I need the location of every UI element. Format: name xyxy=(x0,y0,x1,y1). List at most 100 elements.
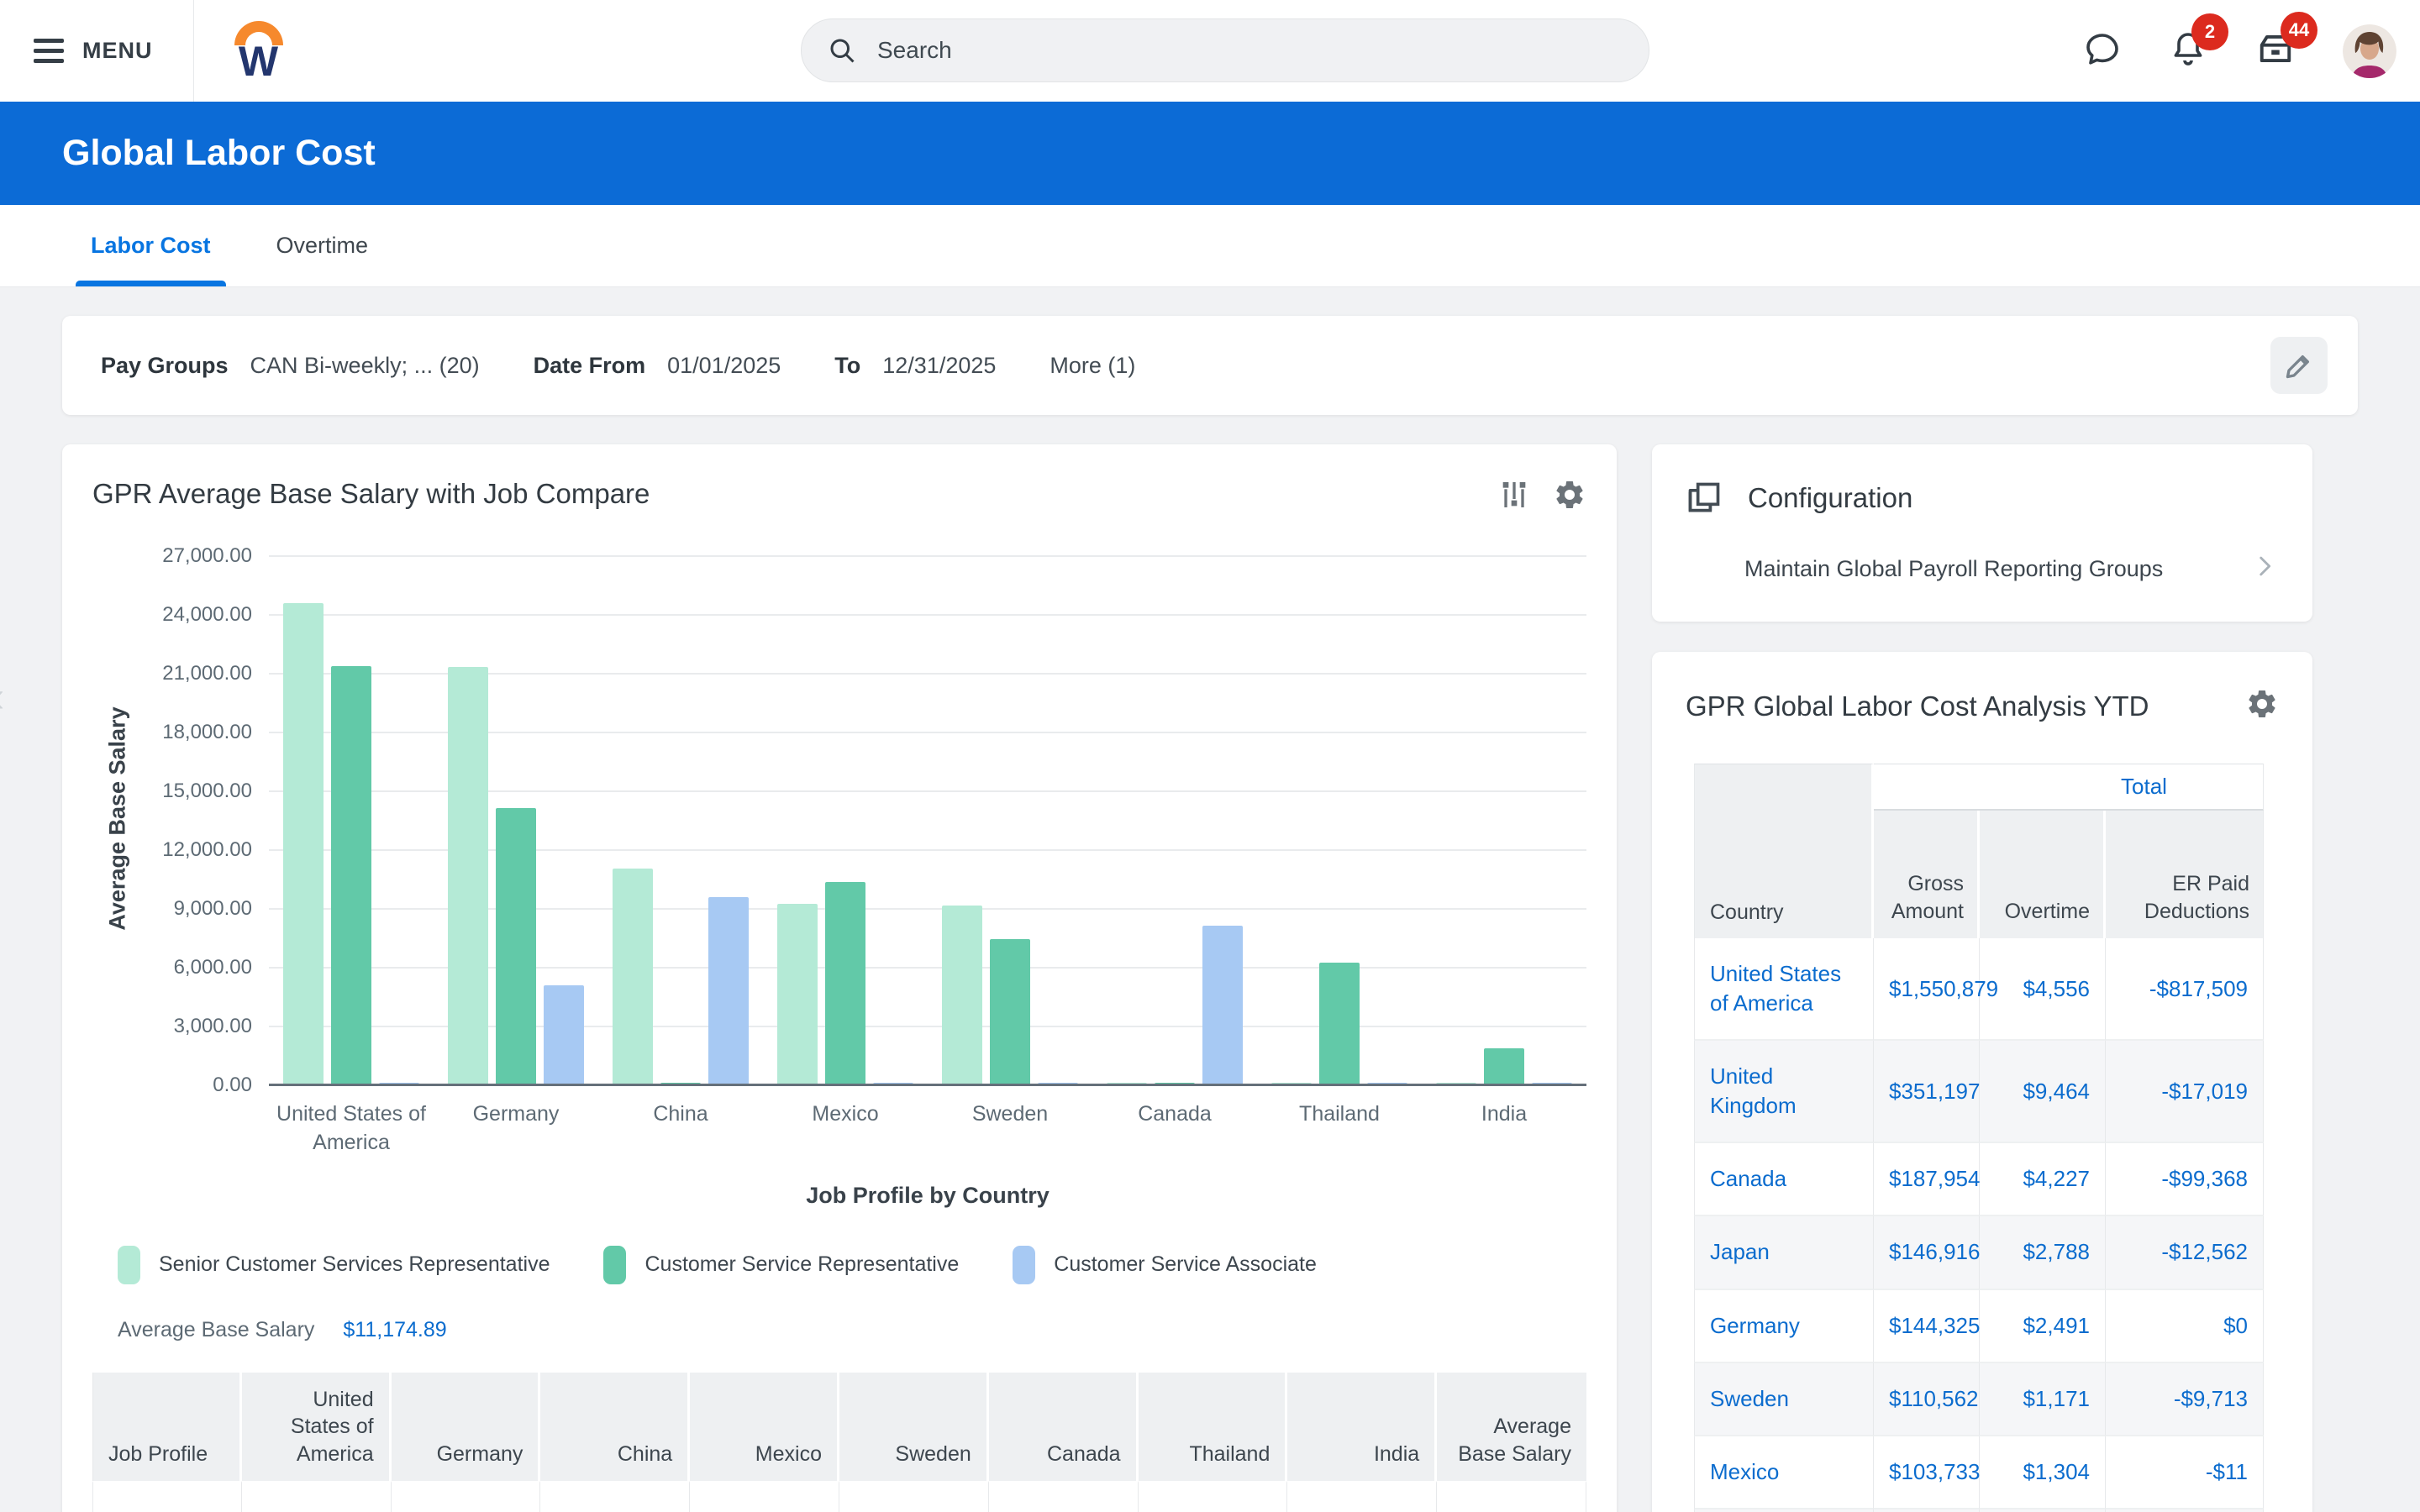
column-header[interactable]: Thailand xyxy=(1139,1373,1288,1482)
overtime-link[interactable]: $2,788 xyxy=(1980,1216,2106,1289)
overtime-link[interactable]: $4,227 xyxy=(1980,1143,2106,1216)
app-window: MENU W 2 44 xyxy=(0,0,2420,1512)
tab-labor-cost[interactable]: Labor Cost xyxy=(76,205,226,286)
er-paid-deductions-link[interactable]: -$17,019 xyxy=(2106,1041,2264,1143)
country-link[interactable]: United States of America xyxy=(1694,938,1874,1041)
y-tick-label: 27,000.00 xyxy=(162,544,252,568)
panel-collapse-arrow[interactable]: ‹ xyxy=(0,672,4,722)
overtime-link[interactable]: $1,171 xyxy=(1980,1363,2106,1436)
chat-button[interactable] xyxy=(2082,29,2123,73)
y-tick-label: 12,000.00 xyxy=(162,838,252,862)
bar[interactable] xyxy=(1319,963,1360,1085)
filter-more[interactable]: More (1) xyxy=(1050,353,1135,379)
avatar[interactable] xyxy=(2343,24,2396,78)
analysis-gear-button[interactable] xyxy=(2245,687,2279,725)
er-paid-deductions-link[interactable]: -$99,368 xyxy=(2106,1143,2264,1216)
gross-amount-link[interactable]: $144,325 xyxy=(1874,1290,1980,1363)
er-paid-deductions-link[interactable]: $0 xyxy=(2106,1290,2264,1363)
column-header[interactable]: Job Profile xyxy=(92,1373,242,1482)
column-header-er-paid-deductions[interactable]: ER Paid Deductions xyxy=(2106,811,2264,938)
analysis-row: Mexico$103,733$1,304-$11 xyxy=(1694,1436,2264,1509)
notifications-button[interactable]: 2 xyxy=(2168,29,2208,73)
overtime-link[interactable]: $2,491 xyxy=(1980,1290,2106,1363)
bar[interactable] xyxy=(331,666,371,1085)
value-link[interactable]: $21,344.32 xyxy=(392,1481,541,1512)
country-link[interactable]: Sweden xyxy=(1694,1363,1874,1436)
bar[interactable] xyxy=(496,808,536,1085)
er-paid-deductions-link[interactable]: -$12,562 xyxy=(2106,1216,2264,1289)
column-header[interactable]: China xyxy=(540,1373,690,1482)
workday-logo[interactable]: W xyxy=(234,21,283,81)
legend-label: Senior Customer Services Representative xyxy=(159,1252,550,1277)
topbar-actions: 2 44 xyxy=(2082,24,2396,78)
column-header-country[interactable]: Country xyxy=(1694,764,1874,938)
chart-settings-button[interactable] xyxy=(1497,478,1531,516)
gross-amount-link[interactable]: $110,562 xyxy=(1874,1363,1980,1436)
gross-amount-link[interactable]: $1,550,879 xyxy=(1874,938,1980,1041)
bar[interactable] xyxy=(942,906,982,1085)
menu-button[interactable]: MENU xyxy=(34,38,153,64)
country-link[interactable]: Canada xyxy=(1694,1143,1874,1216)
column-group-total[interactable]: Total xyxy=(1874,764,2264,811)
er-paid-deductions-link[interactable]: -$11 xyxy=(2106,1436,2264,1509)
chart-gear-button[interactable] xyxy=(1553,478,1586,516)
job-profile-link[interactable]: Senior CustomServices xyxy=(92,1481,242,1512)
bar[interactable] xyxy=(1202,926,1243,1085)
gross-amount-link[interactable]: $351,197 xyxy=(1874,1041,1980,1143)
country-link[interactable]: Japan xyxy=(1694,1216,1874,1289)
bar[interactable] xyxy=(777,904,818,1085)
tab-overtime[interactable]: Overtime xyxy=(261,205,384,286)
value-link[interactable]: $9,269.84 xyxy=(690,1481,839,1512)
column-header[interactable]: Germany xyxy=(392,1373,541,1482)
column-header-gross-amount[interactable]: Gross Amount xyxy=(1874,811,1980,938)
bar-group xyxy=(928,556,1092,1085)
bar[interactable] xyxy=(448,667,488,1085)
filter-date-to: To 12/31/2025 xyxy=(834,353,996,379)
column-header-overtime[interactable]: Overtime xyxy=(1980,811,2106,938)
gross-amount-link[interactable]: $187,954 xyxy=(1874,1143,1980,1216)
bar[interactable] xyxy=(283,603,324,1085)
column-header[interactable]: Mexico xyxy=(690,1373,839,1482)
edit-filters-button[interactable] xyxy=(2270,337,2328,394)
legend-item[interactable]: Senior Customer Services Representative xyxy=(118,1246,550,1284)
bar[interactable] xyxy=(990,939,1030,1085)
bar[interactable] xyxy=(708,897,749,1085)
country-link[interactable]: Germany xyxy=(1694,1290,1874,1363)
bar[interactable] xyxy=(825,882,865,1085)
bar[interactable] xyxy=(544,985,584,1085)
column-header[interactable]: Average Base Salary xyxy=(1437,1373,1586,1482)
tab-label: Overtime xyxy=(276,233,369,259)
chart-title: GPR Average Base Salary with Job Compare xyxy=(92,478,650,510)
er-paid-deductions-link[interactable]: -$9,713 xyxy=(2106,1363,2264,1436)
column-header[interactable]: India xyxy=(1287,1373,1437,1482)
bar-groups xyxy=(269,556,1586,1085)
overtime-link[interactable]: $9,464 xyxy=(1980,1041,2106,1143)
column-header[interactable]: Canada xyxy=(989,1373,1139,1482)
overtime-link[interactable]: $1,304 xyxy=(1980,1436,2106,1509)
country-link[interactable]: Mexico xyxy=(1694,1436,1874,1509)
x-axis-label: Sweden xyxy=(928,1100,1092,1158)
inbox-button[interactable]: 44 xyxy=(2254,27,2297,75)
column-header[interactable]: Sweden xyxy=(839,1373,989,1482)
gross-amount-link[interactable]: $146,916 xyxy=(1874,1216,1980,1289)
value-link[interactable]: $9,189.59 xyxy=(839,1481,989,1512)
overtime-link[interactable]: $4,556 xyxy=(1980,938,2106,1041)
search-input[interactable] xyxy=(876,36,1623,65)
legend-item[interactable]: Customer Service Associate xyxy=(1013,1246,1317,1284)
column-header[interactable]: United States of America xyxy=(242,1373,392,1482)
bar[interactable] xyxy=(1484,1048,1524,1085)
menu-label: MENU xyxy=(82,38,153,64)
er-paid-deductions-link[interactable]: -$817,509 xyxy=(2106,938,2264,1041)
value-link[interactable]: $24,589.46 xyxy=(242,1481,392,1512)
country-link[interactable]: United Kingdom xyxy=(1694,1041,1874,1143)
search-bar[interactable] xyxy=(801,18,1649,82)
legend-item[interactable]: Customer Service Representative xyxy=(603,1246,959,1284)
average-value-link[interactable]: $11,174.89 xyxy=(343,1318,446,1342)
y-tick-label: 3,000.00 xyxy=(174,1015,252,1038)
maintain-groups-link[interactable]: Maintain Global Payroll Reporting Groups xyxy=(1744,552,2279,586)
value-link[interactable]: $15,090.04 xyxy=(1437,1481,1586,1512)
gross-amount-link[interactable]: $103,733 xyxy=(1874,1436,1980,1509)
value-link[interactable]: $11,056.99 xyxy=(540,1481,690,1512)
bar[interactable] xyxy=(613,869,653,1085)
chat-icon xyxy=(2082,29,2123,69)
